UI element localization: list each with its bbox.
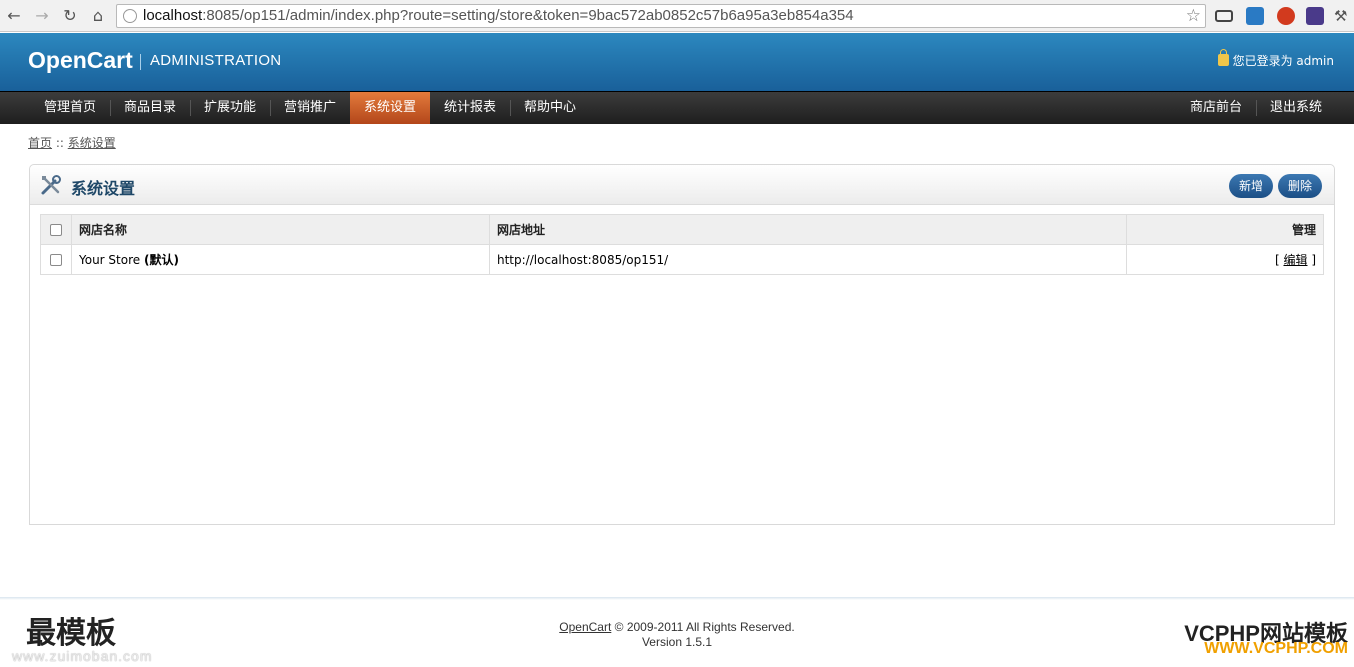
login-status: 您已登录为 admin <box>1217 49 1334 69</box>
footer: OpenCart © 2009-2011 All Rights Reserved… <box>0 620 1354 650</box>
default-tag: (默认) <box>143 253 179 267</box>
logo[interactable]: OpenCart <box>28 47 133 74</box>
store-name-cell: Your Store (默认) <box>71 244 490 275</box>
url-rest: :8085/op151/admin/index.php?route=settin… <box>202 7 854 24</box>
breadcrumb-separator: :: <box>52 136 68 150</box>
breadcrumb: 首页 :: 系统设置 <box>28 134 116 151</box>
extension-capture-icon[interactable] <box>1246 7 1264 25</box>
watermark-right-url: WWW.VCPHP.COM <box>1204 640 1348 657</box>
address-bar[interactable]: localhost:8085/op151/admin/index.php?rou… <box>116 4 1206 28</box>
login-text: 您已登录为 admin <box>1232 54 1334 68</box>
extension-tomato-icon[interactable] <box>1277 7 1295 25</box>
home-icon[interactable]: ⌂ <box>88 6 108 26</box>
breadcrumb-home[interactable]: 首页 <box>28 136 52 150</box>
footer-divider <box>0 597 1354 600</box>
menu-item-logout[interactable]: 退出系统 <box>1256 92 1336 124</box>
watermark-left-url: www.zuimoban.com <box>12 648 153 664</box>
store-url: http://localhost:8085/op151/ <box>489 244 1127 275</box>
action-bracket-close: ] <box>1307 253 1316 267</box>
select-all-checkbox[interactable] <box>50 224 62 236</box>
menu-item-marketing[interactable]: 营销推广 <box>270 92 350 124</box>
url-host: localhost <box>143 7 203 24</box>
logo-divider <box>140 54 141 70</box>
delete-button[interactable]: 删除 <box>1278 174 1323 198</box>
admin-header: OpenCart ADMINISTRATION 您已登录为 admin <box>0 33 1354 91</box>
breadcrumb-current[interactable]: 系统设置 <box>68 136 116 150</box>
forward-icon[interactable]: → <box>32 6 52 26</box>
tools-icon <box>41 175 61 195</box>
footer-copyright: © 2009-2011 All Rights Reserved. <box>611 620 795 634</box>
menu-item-reports[interactable]: 统计报表 <box>430 92 510 124</box>
menu-item-help[interactable]: 帮助中心 <box>510 92 590 124</box>
settings-box: 系统设置 新增 删除 网店名称 网店地址 管理 Your Store (默认) … <box>29 164 1335 525</box>
store-table: 网店名称 网店地址 管理 Your Store (默认) http://loca… <box>40 214 1324 275</box>
menu-item-extensions[interactable]: 扩展功能 <box>190 92 270 124</box>
action-cell: [ 编辑 ] <box>1126 244 1324 275</box>
extension-screen-icon[interactable] <box>1215 10 1233 22</box>
header-action: 管理 <box>1126 214 1324 245</box>
back-icon[interactable]: ← <box>4 6 24 26</box>
menu-item-storefront[interactable]: 商店前台 <box>1176 92 1256 124</box>
select-all-cell <box>40 214 72 245</box>
logo-subtitle: ADMINISTRATION <box>150 52 282 69</box>
bookmark-star-icon[interactable]: ☆ <box>1186 5 1201 27</box>
watermark-left: 最模板 <box>26 616 116 651</box>
header-store-url[interactable]: 网店地址 <box>489 214 1127 245</box>
footer-version: Version 1.5.1 <box>641 635 713 649</box>
table-row: Your Store (默认) http://localhost:8085/op… <box>40 244 1324 275</box>
footer-opencart-link[interactable]: OpenCart <box>559 620 611 634</box>
menu-item-dashboard[interactable]: 管理首页 <box>30 92 110 124</box>
box-heading: 系统设置 新增 删除 <box>30 165 1334 205</box>
add-button[interactable]: 新增 <box>1229 174 1274 198</box>
main-menu: 管理首页 商品目录 扩展功能 营销推广 系统设置 统计报表 帮助中心 商店前台 … <box>0 91 1354 124</box>
page-icon <box>123 9 137 23</box>
menu-item-catalog[interactable]: 商品目录 <box>110 92 190 124</box>
lock-icon <box>1217 49 1229 66</box>
wrench-menu-icon[interactable]: ⚒ <box>1334 7 1352 25</box>
edit-link[interactable]: 编辑 <box>1283 253 1307 267</box>
browser-toolbar: ← → ↻ ⌂ localhost:8085/op151/admin/index… <box>0 0 1354 32</box>
menu-item-settings[interactable]: 系统设置 <box>350 92 430 124</box>
reload-icon[interactable]: ↻ <box>60 6 80 26</box>
store-name: Your Store <box>79 253 141 267</box>
row-select-cell <box>40 244 72 275</box>
row-checkbox[interactable] <box>50 254 62 266</box>
header-store-name[interactable]: 网店名称 <box>71 214 490 245</box>
extension-purple-icon[interactable] <box>1306 7 1324 25</box>
page-title: 系统设置 <box>71 179 136 198</box>
table-header-row: 网店名称 网店地址 管理 <box>40 214 1324 245</box>
